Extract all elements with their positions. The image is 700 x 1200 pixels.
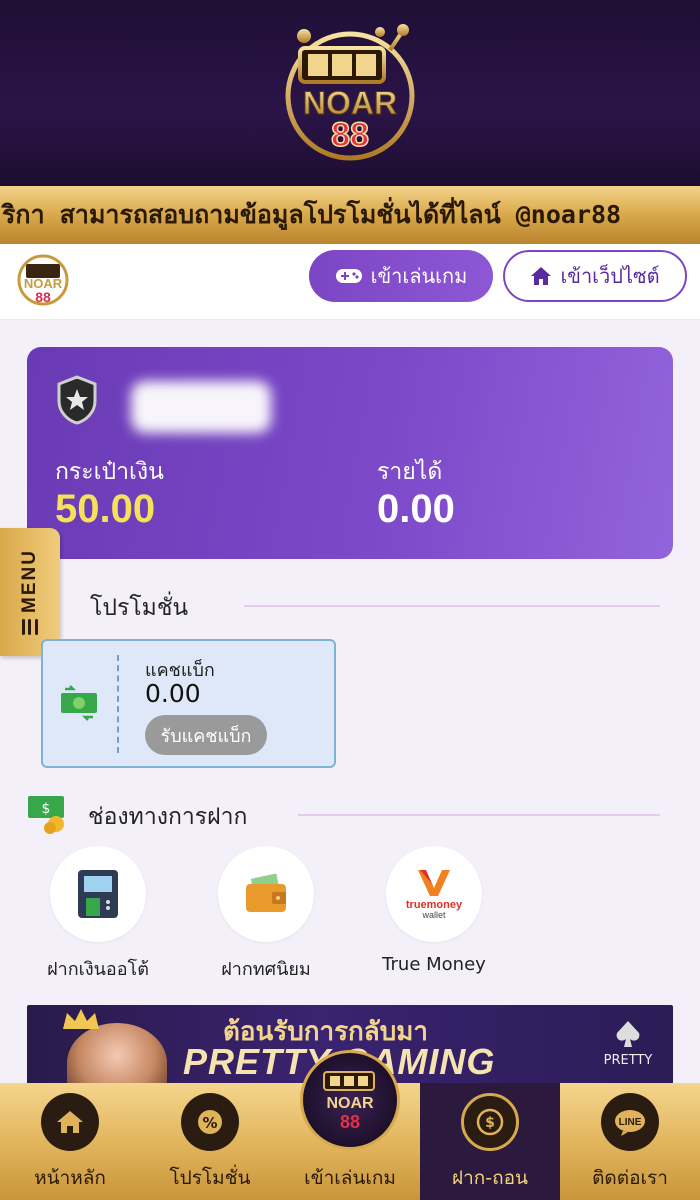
deposit-channel-decimal-label: ฝากทศนิยม [221,959,311,980]
pretty-gaming-logo: PRETTY [595,1019,661,1068]
deposit-channel-auto-label: ฝากเงินออโต้ [47,959,149,980]
home-icon [57,1111,83,1133]
wallet-label: กระเป๋าเงิน [55,459,164,485]
marquee-text: ริกา สามารถสอบถามข้อมูลโปรโมชั่นได้ที่ไล… [2,200,622,229]
enter-website-label: เข้าเว็ปไซต์ [560,264,660,288]
enter-website-button[interactable]: เข้าเว็ปไซต์ [503,250,687,302]
nav-deposit-withdraw-label: ฝาก-ถอน [451,1167,529,1189]
income-label: รายได้ [377,459,443,485]
home-icon [531,267,552,285]
coin-icon: $ [476,1108,504,1136]
menu-label: MENU [19,549,40,613]
promotions-title: โปรโมชั่น [90,595,189,621]
cashback-card: แคชแบ็ก 0.00 รับแคชแบ็ก [41,639,336,768]
center-logo-button[interactable]: NOAR 88 [300,1050,400,1150]
wallet-balance: 50.00 [55,487,156,531]
deposit-money-icon: $ [28,796,64,834]
rank-badge-icon [57,375,97,425]
truemoney-icon-circle: truemoney wallet [386,846,482,942]
logo-icon: NOAR 88 [323,1071,375,1132]
side-menu-tab[interactable]: MENU [0,528,60,656]
noar88-logo[interactable]: NOAR 88 [270,18,430,168]
nav-home-label: หน้าหลัก [34,1167,106,1189]
svg-text:88: 88 [331,116,369,154]
nav-play-game-label: เข้าเล่นเกม [304,1167,396,1189]
wallet-card: กระเป๋าเงิน 50.00 รายได้ 0.00 [27,347,673,559]
wallet-icon [246,873,286,912]
svg-text:wallet: wallet [421,910,446,920]
percent-icon-circle: % [181,1093,239,1151]
nav-contact[interactable]: LINE ติดต่อเรา [560,1083,700,1200]
line-icon-circle: LINE [601,1093,659,1151]
banner-model-image [67,1023,167,1087]
coin-icon-circle: $ [461,1093,519,1151]
nav-contact-label: ติดต่อเรา [592,1167,668,1189]
deposit-title: ช่องทางการฝาก [88,804,248,830]
crown-icon [63,1009,99,1029]
wallet-icon-circle [218,846,314,942]
svg-text:$: $ [485,1115,495,1131]
atm-icon-circle [50,846,146,942]
username-redacted [131,381,271,433]
small-logo[interactable]: NOAR 88 [12,250,74,308]
claim-cashback-button[interactable]: รับแคชแบ็ก [145,715,267,755]
pretty-brand-text: PRETTY [603,1053,653,1068]
percent-icon: % [198,1110,222,1134]
play-game-label: เข้าเล่นเกม [370,264,468,288]
announcement-marquee: ริกา สามารถสอบถามข้อมูลโปรโมชั่นได้ที่ไล… [0,186,700,244]
deposit-divider [298,814,660,816]
cashback-divider [117,655,119,753]
svg-text:LINE: LINE [619,1117,642,1128]
svg-text:%: % [202,1114,217,1132]
income-value: 0.00 [377,487,455,531]
deposit-channel-truemoney-label: True Money [382,954,486,975]
truemoney-icon: truemoney wallet [406,870,463,920]
nav-deposit-withdraw[interactable]: $ ฝาก-ถอน [420,1083,560,1200]
svg-text:88: 88 [35,289,51,305]
deposit-channel-decimal[interactable]: ฝากทศนิยม [186,846,346,983]
atm-icon [78,870,118,918]
svg-text:$: $ [42,801,51,817]
cashback-money-icon [61,685,97,721]
top-header: NOAR 88 [0,0,700,186]
play-game-button[interactable]: เข้าเล่นเกม [309,250,493,302]
deposit-channel-auto[interactable]: ฝากเงินออโต้ [18,846,178,983]
nav-promotions-label: โปรโมชั่น [169,1167,251,1189]
gamepad-icon [335,269,362,283]
promotions-divider [244,605,660,607]
nav-promotions[interactable]: % โปรโมชั่น [140,1083,280,1200]
nav-home[interactable]: หน้าหลัก [0,1083,140,1200]
line-icon: LINE [615,1110,645,1136]
svg-text:88: 88 [340,1112,360,1132]
cashback-value: 0.00 [145,679,201,708]
deposit-channel-truemoney[interactable]: truemoney wallet True Money [354,846,514,975]
home-icon-circle [41,1093,99,1151]
hamburger-icon [22,618,38,635]
spade-icon [616,1021,640,1047]
svg-text:NOAR: NOAR [326,1095,374,1112]
